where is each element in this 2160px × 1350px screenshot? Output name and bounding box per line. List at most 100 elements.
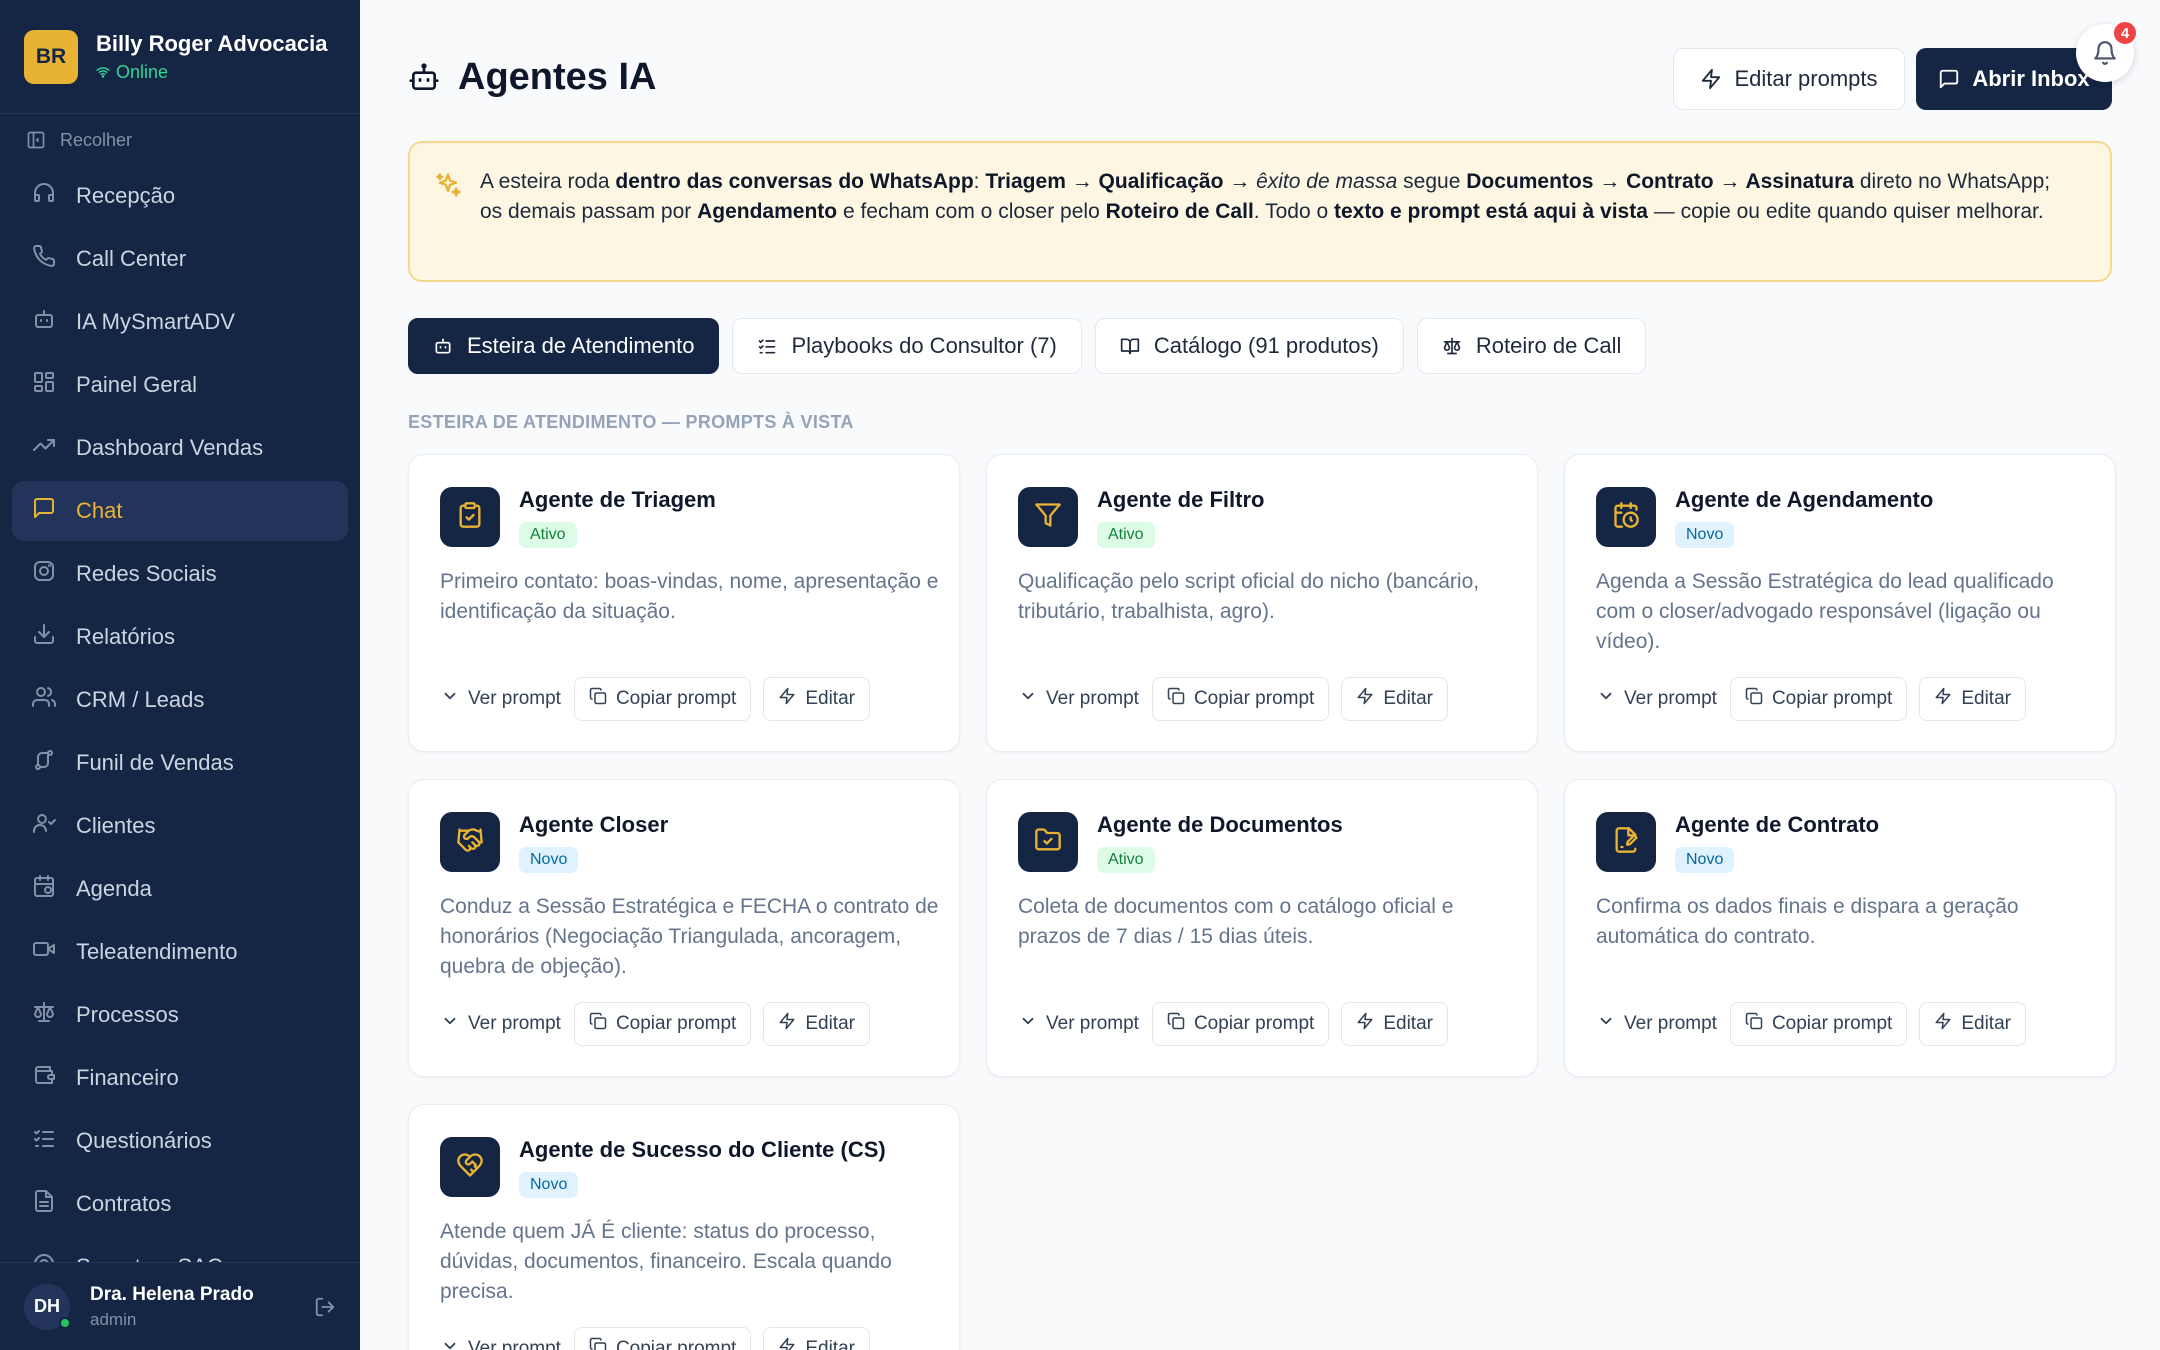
chevron-down-icon [441,687,459,711]
sidebar-item-painel-geral[interactable]: Painel Geral [12,355,348,415]
view-prompt-button[interactable]: Ver prompt [440,1327,562,1350]
brand-logo: BR [24,29,78,84]
message-square-icon [1940,69,1959,89]
sidebar-item-agenda[interactable]: Agenda [12,859,348,919]
calendar-clock-icon [1612,501,1640,534]
view-prompt-button[interactable]: Ver prompt [1596,677,1718,721]
copy-prompt-button[interactable]: Copiar prompt [1729,1002,1908,1046]
status-badge: Novo [1675,522,1735,548]
agent-actions: Ver prompt Copiar prompt Editar [1596,677,2026,721]
user-role: admin [90,1309,137,1329]
calendar-icon [32,874,56,904]
sidebar-item-ia-mysmartadv[interactable]: IA MySmartADV [12,292,348,352]
user-name: Dra. Helena Prado [90,1283,254,1305]
sidebar-item-relatorios[interactable]: Relatórios [12,607,348,667]
video-icon [32,937,56,967]
agent-card: Agente de Triagem Ativo Primeiro contato… [408,454,960,752]
agent-actions: Ver prompt Copiar prompt Editar [440,1002,870,1046]
agent-card: Agente Closer Novo Conduz a Sessão Estra… [408,779,960,1077]
online-dot [59,1316,71,1329]
copy-icon [1745,687,1763,711]
collapse-sidebar-button[interactable]: Recolher [0,114,360,166]
view-prompt-button[interactable]: Ver prompt [1018,1002,1140,1046]
edit-button[interactable]: Editar [763,1002,870,1046]
tab-playbooks[interactable]: Playbooks do Consultor (7) [732,318,1082,374]
copy-prompt-button[interactable]: Copiar prompt [573,677,752,721]
tab-roteiro[interactable]: Roteiro de Call [1416,318,1647,374]
sidebar-item-call-center[interactable]: Call Center [12,229,348,289]
status-badge: Novo [519,847,579,873]
agent-icon-box [440,812,500,872]
sidebar-item-dashboard-vendas[interactable]: Dashboard Vendas [12,418,348,478]
copy-icon [589,1337,607,1350]
heart-handshake-icon [456,1151,484,1184]
info-banner: A esteira roda dentro das conversas do W… [408,141,2112,282]
edit-button[interactable]: Editar [1341,1002,1448,1046]
copy-prompt-button[interactable]: Copiar prompt [1151,1002,1330,1046]
agent-description: Atende quem JÁ É cliente: status do proc… [440,1220,892,1303]
tab-esteira[interactable]: Esteira de Atendimento [408,318,720,374]
edit-button[interactable]: Editar [763,1327,870,1350]
user-profile[interactable]: DH Dra. Helena Prado admin [0,1262,360,1350]
agent-card: Agente de Contrato Novo Confirma os dado… [1564,779,2116,1077]
copy-icon [1167,687,1185,711]
agent-description: Coleta de documentos com o catálogo ofic… [1018,895,1454,948]
copy-prompt-button[interactable]: Copiar prompt [573,1327,752,1350]
sidebar-item-chat[interactable]: Chat [12,481,348,541]
tab-bar: Esteira de Atendimento Playbooks do Cons… [408,318,1647,374]
sidebar: BR Billy Roger Advocacia Online Recolher… [0,0,360,1350]
copy-icon [1745,1012,1763,1036]
sidebar-item-label: Processos [76,1002,179,1027]
view-prompt-button[interactable]: Ver prompt [1596,1002,1718,1046]
copy-prompt-button[interactable]: Copiar prompt [1151,677,1330,721]
agent-actions: Ver prompt Copiar prompt Editar [440,1327,870,1350]
view-prompt-button[interactable]: Ver prompt [440,1002,562,1046]
sparkles-icon [436,173,461,197]
edit-button[interactable]: Editar [763,677,870,721]
edit-button[interactable]: Editar [1341,677,1448,721]
agent-title: Agente de Contrato [1675,812,1880,837]
notifications-button[interactable]: 4 [2076,20,2138,82]
tab-catalogo[interactable]: Catálogo (91 produtos) [1094,318,1404,374]
agent-description: Confirma os dados finais e dispara a ger… [1596,895,2019,948]
main-content: Agentes IA Editar prompts Abrir Inbox 4 … [360,0,2160,1350]
edit-button[interactable]: Editar [1919,1002,2026,1046]
edit-button[interactable]: Editar [1919,677,2026,721]
logout-icon[interactable] [314,1296,336,1318]
view-prompt-button[interactable]: Ver prompt [1018,677,1140,721]
zap-icon [778,1337,796,1350]
sidebar-item-clientes[interactable]: Clientes [12,796,348,856]
sidebar-item-processos[interactable]: Processos [12,985,348,1045]
status-badge: Ativo [1097,522,1155,548]
sidebar-item-recepcao[interactable]: Recepção [12,166,348,226]
status-badge: Novo [519,1172,579,1198]
sidebar-collapse-icon [27,131,45,149]
agent-card: Agente de Documentos Ativo Coleta de doc… [986,779,1538,1077]
sidebar-item-teleatendimento[interactable]: Teleatendimento [12,922,348,982]
banner-text: A esteira roda dentro das conversas do W… [480,170,2051,223]
copy-prompt-button[interactable]: Copiar prompt [1729,677,1908,721]
sidebar-item-contratos[interactable]: Contratos [12,1174,348,1234]
bell-icon [2094,41,2116,65]
sidebar-item-crm-leads[interactable]: CRM / Leads [12,670,348,730]
agent-title: Agente de Sucesso do Cliente (CS) [519,1137,886,1162]
sidebar-item-funil-de-vendas[interactable]: Funil de Vendas [12,733,348,793]
phone-icon [32,244,56,274]
sidebar-item-label: Redes Sociais [76,561,217,586]
edit-prompts-button[interactable]: Editar prompts [1673,48,1905,110]
agent-actions: Ver prompt Copiar prompt Editar [1018,1002,1448,1046]
wifi-icon [96,67,110,78]
copy-prompt-button[interactable]: Copiar prompt [573,1002,752,1046]
filter-icon [1034,501,1062,534]
section-label: ESTEIRA DE ATENDIMENTO — PROMPTS À VISTA [408,412,854,432]
view-prompt-button[interactable]: Ver prompt [440,677,562,721]
file-signature-icon [1612,826,1640,859]
sidebar-item-label: Funil de Vendas [76,750,234,775]
sidebar-nav: Recepção Call Center IA MySmartADV Painel G… [0,166,360,1297]
sidebar-item-financeiro[interactable]: Financeiro [12,1048,348,1108]
sidebar-item-redes-sociais[interactable]: Redes Sociais [12,544,348,604]
agent-title: Agente de Triagem [519,487,716,512]
sidebar-item-questionarios[interactable]: Questionários [12,1111,348,1171]
sidebar-item-label: Dashboard Vendas [76,435,264,460]
sidebar-item-label: Questionários [76,1128,212,1153]
